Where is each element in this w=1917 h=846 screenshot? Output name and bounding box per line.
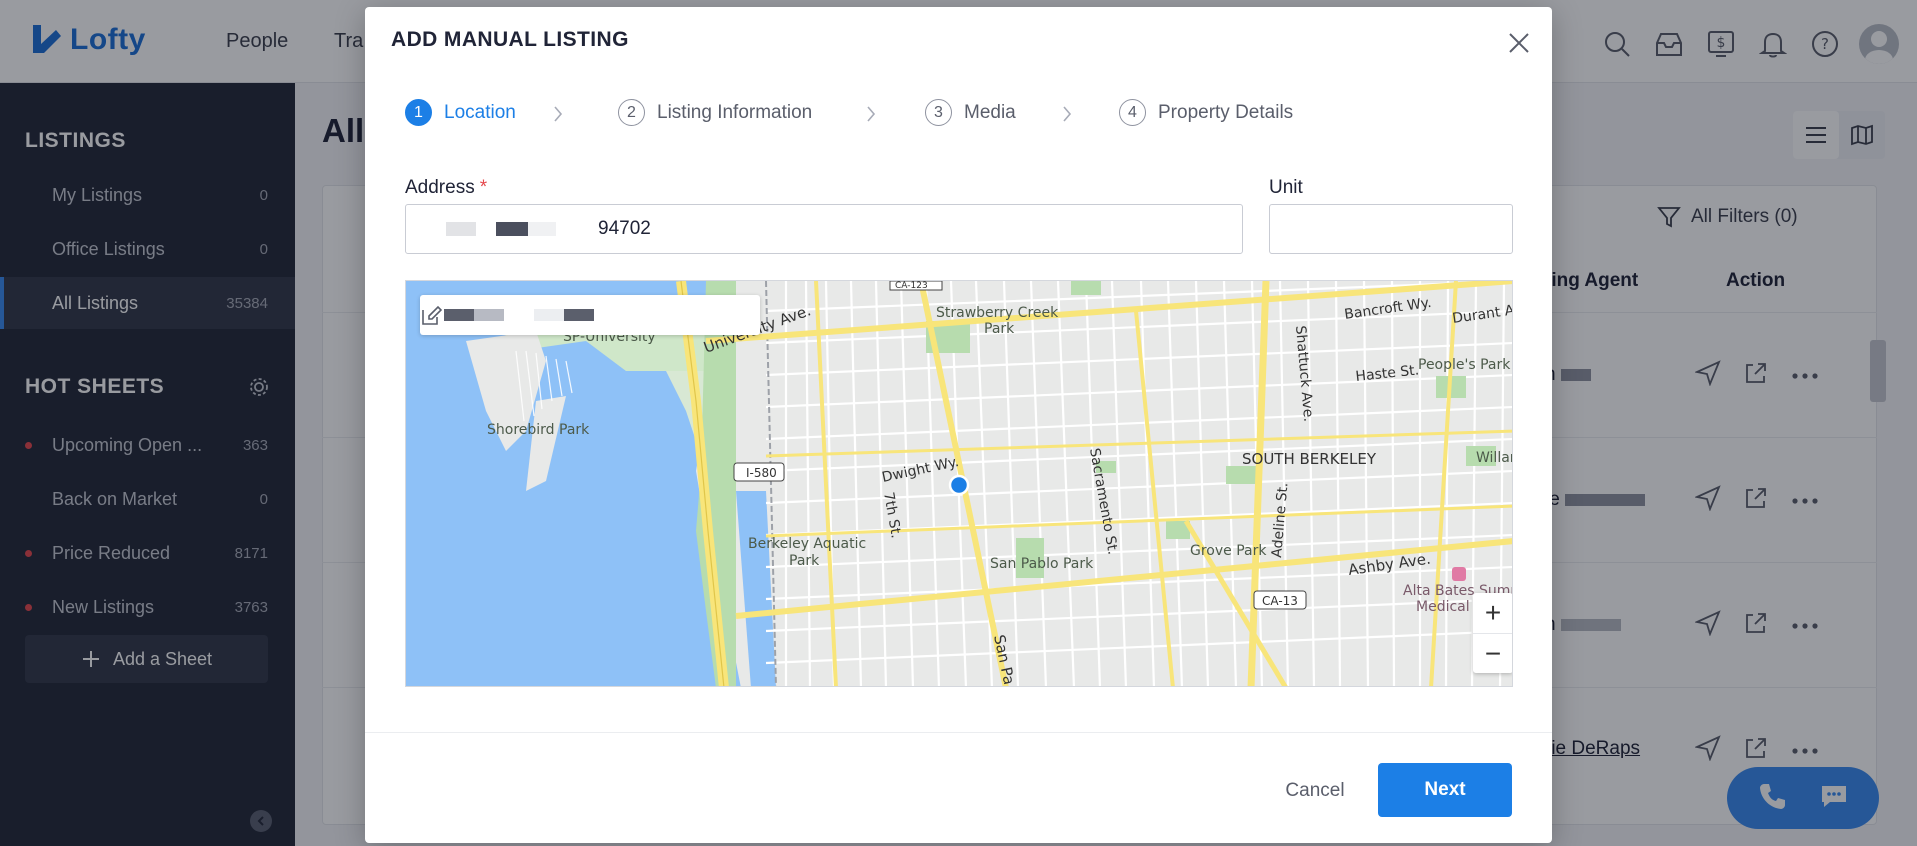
- step-media[interactable]: 3 Media: [925, 99, 1016, 126]
- dialog-title: ADD MANUAL LISTING: [391, 28, 629, 51]
- map-zoom-control: + −: [1473, 593, 1512, 673]
- footer-divider: [365, 732, 1552, 733]
- required-mark: *: [479, 177, 488, 198]
- location-map[interactable]: Strawberry Creek Park Shorebird Park Ber…: [405, 280, 1513, 687]
- edit-icon[interactable]: [420, 305, 442, 327]
- step-listing-information[interactable]: 2 Listing Information: [618, 99, 812, 126]
- map-label: Park: [984, 321, 1015, 337]
- map-label: Strawberry Creek: [936, 305, 1059, 321]
- map-label: SOUTH BERKELEY: [1242, 450, 1377, 468]
- step-location[interactable]: 1 Location: [405, 99, 516, 126]
- redacted-text: [446, 222, 476, 236]
- address-value: 94702: [598, 218, 651, 239]
- map-label: Shorebird Park: [487, 422, 590, 438]
- redacted-text: [496, 222, 528, 236]
- step-number: 4: [1119, 99, 1146, 126]
- step-property-details[interactable]: 4 Property Details: [1119, 99, 1293, 126]
- map-label: CA-13: [1262, 594, 1298, 608]
- add-manual-listing-dialog: ADD MANUAL LISTING 1 Location 2 Listing …: [365, 7, 1552, 843]
- address-label: Address *: [405, 177, 488, 198]
- address-input[interactable]: 94702: [405, 204, 1243, 254]
- unit-input[interactable]: [1269, 204, 1513, 254]
- map-canvas: Strawberry Creek Park Shorebird Park Ber…: [406, 281, 1513, 686]
- chevron-right-icon: [864, 102, 878, 126]
- step-label: Location: [444, 101, 516, 123]
- map-label: Berkeley Aquatic: [748, 536, 866, 552]
- map-label: Willard Park: [1476, 450, 1513, 466]
- zoom-in-button[interactable]: +: [1473, 593, 1512, 633]
- map-label: People's Park: [1418, 357, 1511, 373]
- unit-label: Unit: [1269, 177, 1303, 198]
- map-label: I-580: [746, 466, 777, 480]
- next-button[interactable]: Next: [1378, 763, 1512, 817]
- map-label: Park: [789, 553, 820, 569]
- chevron-right-icon: [1060, 102, 1074, 126]
- redacted-text: [444, 309, 474, 321]
- map-address-chip[interactable]: [420, 295, 760, 335]
- zoom-out-button[interactable]: −: [1473, 633, 1512, 673]
- step-label: Listing Information: [657, 101, 813, 123]
- step-label: Property Details: [1158, 101, 1294, 123]
- map-label: San Pablo Park: [990, 556, 1094, 572]
- step-number: 2: [618, 99, 645, 126]
- cancel-button[interactable]: Cancel: [1248, 764, 1382, 818]
- map-label: Grove Park: [1190, 543, 1267, 559]
- step-label: Media: [964, 101, 1016, 123]
- map-label: CA-123: [895, 281, 928, 291]
- close-icon[interactable]: [1503, 27, 1535, 59]
- step-number: 3: [925, 99, 952, 126]
- step-number: 1: [405, 99, 432, 126]
- chevron-right-icon: [551, 102, 565, 126]
